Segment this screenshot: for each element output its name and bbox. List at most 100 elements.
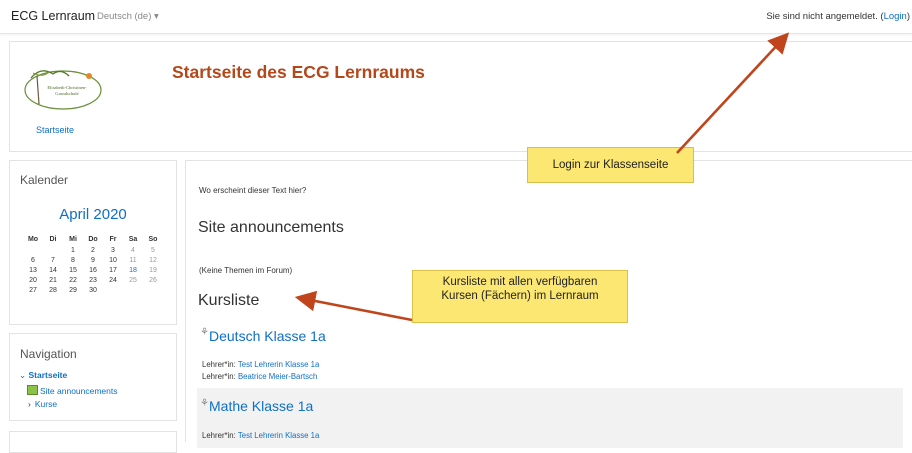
calendar-day xyxy=(143,285,163,295)
language-menu[interactable]: Deutsch (de) ▾ xyxy=(97,11,159,22)
sidebar-block-next xyxy=(9,431,177,453)
calendar-day xyxy=(23,245,43,255)
calendar-day[interactable]: 11 xyxy=(123,255,143,265)
calendar-day[interactable]: 9 xyxy=(83,255,103,265)
navigation-block: Navigation ⌄ Startseite Site announcemen… xyxy=(9,333,177,421)
calendar-month[interactable]: April 2020 xyxy=(10,206,176,223)
site-brand[interactable]: ECG Lernraum xyxy=(11,9,95,23)
login-status-text: Sie sind nicht angemeldet. ( xyxy=(766,11,884,22)
calendar-grid: Mo Di Mi Do Fr Sa So 1 2 3 4 5 6 7 8 9 10 11 12 13 14 15 16 17… xyxy=(23,234,163,295)
nav-item-site-announcements[interactable]: Site announcements xyxy=(27,385,118,396)
nav-item-courses[interactable]: › Kurse xyxy=(28,399,57,409)
annotation-login-note: Login zur Klassenseite xyxy=(527,147,694,183)
course-teacher: Lehrer*in: Test Lehrerin Klasse 1a xyxy=(202,431,319,440)
calendar-day[interactable]: 19 xyxy=(143,265,163,275)
course-icon: ⚘ xyxy=(200,327,209,338)
breadcrumb-home[interactable]: Startseite xyxy=(36,125,74,135)
course-box: ⚘ Deutsch Klasse 1a Lehrer*in: Test Lehr… xyxy=(197,323,903,383)
calendar-day xyxy=(103,285,123,295)
teacher-label: Lehrer*in: xyxy=(202,431,236,440)
calendar-day xyxy=(43,245,63,255)
forum-icon xyxy=(27,385,38,395)
calendar-weekday: So xyxy=(148,236,158,243)
language-label: Deutsch (de) xyxy=(97,11,152,22)
page-title: Startseite des ECG Lernraums xyxy=(172,62,425,82)
calendar-day[interactable]: 12 xyxy=(143,255,163,265)
calendar-day[interactable]: 18 xyxy=(123,265,143,275)
logo-text-2: Grundschule xyxy=(55,91,78,96)
login-status: Sie sind nicht angemeldet. (Login) xyxy=(766,11,910,22)
intro-text: Wo erscheint dieser Text hier? xyxy=(199,186,307,195)
calendar-weekday: Mo xyxy=(27,236,39,243)
calendar-week: 12345 xyxy=(23,245,163,255)
course-link[interactable]: Mathe Klasse 1a xyxy=(209,398,313,414)
chevron-right-icon: › xyxy=(28,399,31,409)
teacher-label: Lehrer*in: xyxy=(202,360,236,369)
calendar-day[interactable]: 28 xyxy=(43,285,63,295)
calendar-day[interactable]: 29 xyxy=(63,285,83,295)
calendar-day[interactable]: 8 xyxy=(63,255,83,265)
calendar-day[interactable]: 13 xyxy=(23,265,43,275)
calendar-weekday: Do xyxy=(88,236,98,243)
teacher-link[interactable]: Beatrice Meier-Bartsch xyxy=(238,372,317,381)
calendar-day[interactable]: 7 xyxy=(43,255,63,265)
annotation-courselist-line-1: Kursliste mit allen verfügbaren xyxy=(442,276,598,288)
calendar-day[interactable]: 14 xyxy=(43,265,63,275)
calendar-day[interactable]: 27 xyxy=(23,285,43,295)
teacher-link[interactable]: Test Lehrerin Klasse 1a xyxy=(238,431,319,440)
school-logo[interactable]: Elisabeth-Christinen- Grundschule xyxy=(23,64,103,111)
teacher-link[interactable]: Test Lehrerin Klasse 1a xyxy=(238,360,319,369)
course-box: ⚘ Mathe Klasse 1a Lehrer*in: Test Lehrer… xyxy=(197,388,903,448)
course-teacher: Lehrer*in: Beatrice Meier-Bartsch xyxy=(202,372,317,381)
page-header: Elisabeth-Christinen- Grundschule Starts… xyxy=(9,41,912,152)
course-icon: ⚘ xyxy=(200,398,209,409)
calendar-week: 13 14 15 16 17 18 19 xyxy=(23,265,163,275)
calendar-day[interactable]: 1 xyxy=(63,245,83,255)
chevron-down-icon: ▾ xyxy=(154,11,159,22)
calendar-day[interactable]: 6 xyxy=(23,255,43,265)
logo-text-1: Elisabeth-Christinen- xyxy=(47,85,87,90)
calendar-block: Kalender April 2020 Mo Di Mi Do Fr Sa So 12345… xyxy=(9,160,177,325)
announcements-heading: Site announcements xyxy=(198,219,344,236)
calendar-day[interactable]: 10 xyxy=(103,255,123,265)
login-link[interactable]: Login xyxy=(884,11,907,22)
calendar-week: 27 28 29 30 xyxy=(23,285,163,295)
calendar-day[interactable]: 22 xyxy=(63,275,83,285)
calendar-day[interactable]: 2 xyxy=(83,245,103,255)
calendar-week: 20 21 22 23 24 25 26 xyxy=(23,275,163,285)
calendar-day[interactable]: 17 xyxy=(103,265,123,275)
calendar-day[interactable]: 25 xyxy=(123,275,143,285)
course-teacher: Lehrer*in: Test Lehrerin Klasse 1a xyxy=(202,360,319,369)
chevron-down-icon: ⌄ xyxy=(19,370,27,380)
calendar-day xyxy=(123,285,143,295)
calendar-day[interactable]: 20 xyxy=(23,275,43,285)
calendar-weekday: Di xyxy=(49,236,57,243)
calendar-day[interactable]: 23 xyxy=(83,275,103,285)
course-list-heading: Kursliste xyxy=(198,292,260,309)
nav-site-announcements-label: Site announcements xyxy=(40,386,118,396)
nav-home-label: Startseite xyxy=(28,370,68,380)
calendar-day[interactable]: 3 xyxy=(103,245,123,255)
calendar-weekday: Fr xyxy=(109,236,117,243)
calendar-title: Kalender xyxy=(20,173,69,187)
calendar-day[interactable]: 16 xyxy=(83,265,103,275)
calendar-day[interactable]: 21 xyxy=(43,275,63,285)
nav-item-home[interactable]: ⌄ Startseite xyxy=(19,370,67,381)
teacher-label: Lehrer*in: xyxy=(202,372,236,381)
navigation-title: Navigation xyxy=(20,347,77,361)
calendar-day[interactable]: 24 xyxy=(103,275,123,285)
calendar-day[interactable]: 26 xyxy=(143,275,163,285)
calendar-week: 6 7 8 9 10 11 12 xyxy=(23,255,163,265)
calendar-day[interactable]: 15 xyxy=(63,265,83,275)
course-link[interactable]: Deutsch Klasse 1a xyxy=(209,328,326,344)
nav-courses-label: Kurse xyxy=(34,399,58,409)
calendar-weekday: Mi xyxy=(69,236,77,243)
login-status-close: ) xyxy=(906,11,910,22)
calendar-day[interactable]: 30 xyxy=(83,285,103,295)
calendar-weekday: Sa xyxy=(128,236,138,243)
top-navbar: ECG Lernraum Deutsch (de) ▾ Sie sind nic… xyxy=(0,0,912,34)
calendar-day[interactable]: 4 xyxy=(123,245,143,255)
annotation-courselist-line-2: Kursen (Fächern) im Lernraum xyxy=(441,290,599,302)
no-topics-text: (Keine Themen im Forum) xyxy=(199,266,293,275)
calendar-day[interactable]: 5 xyxy=(143,245,163,255)
